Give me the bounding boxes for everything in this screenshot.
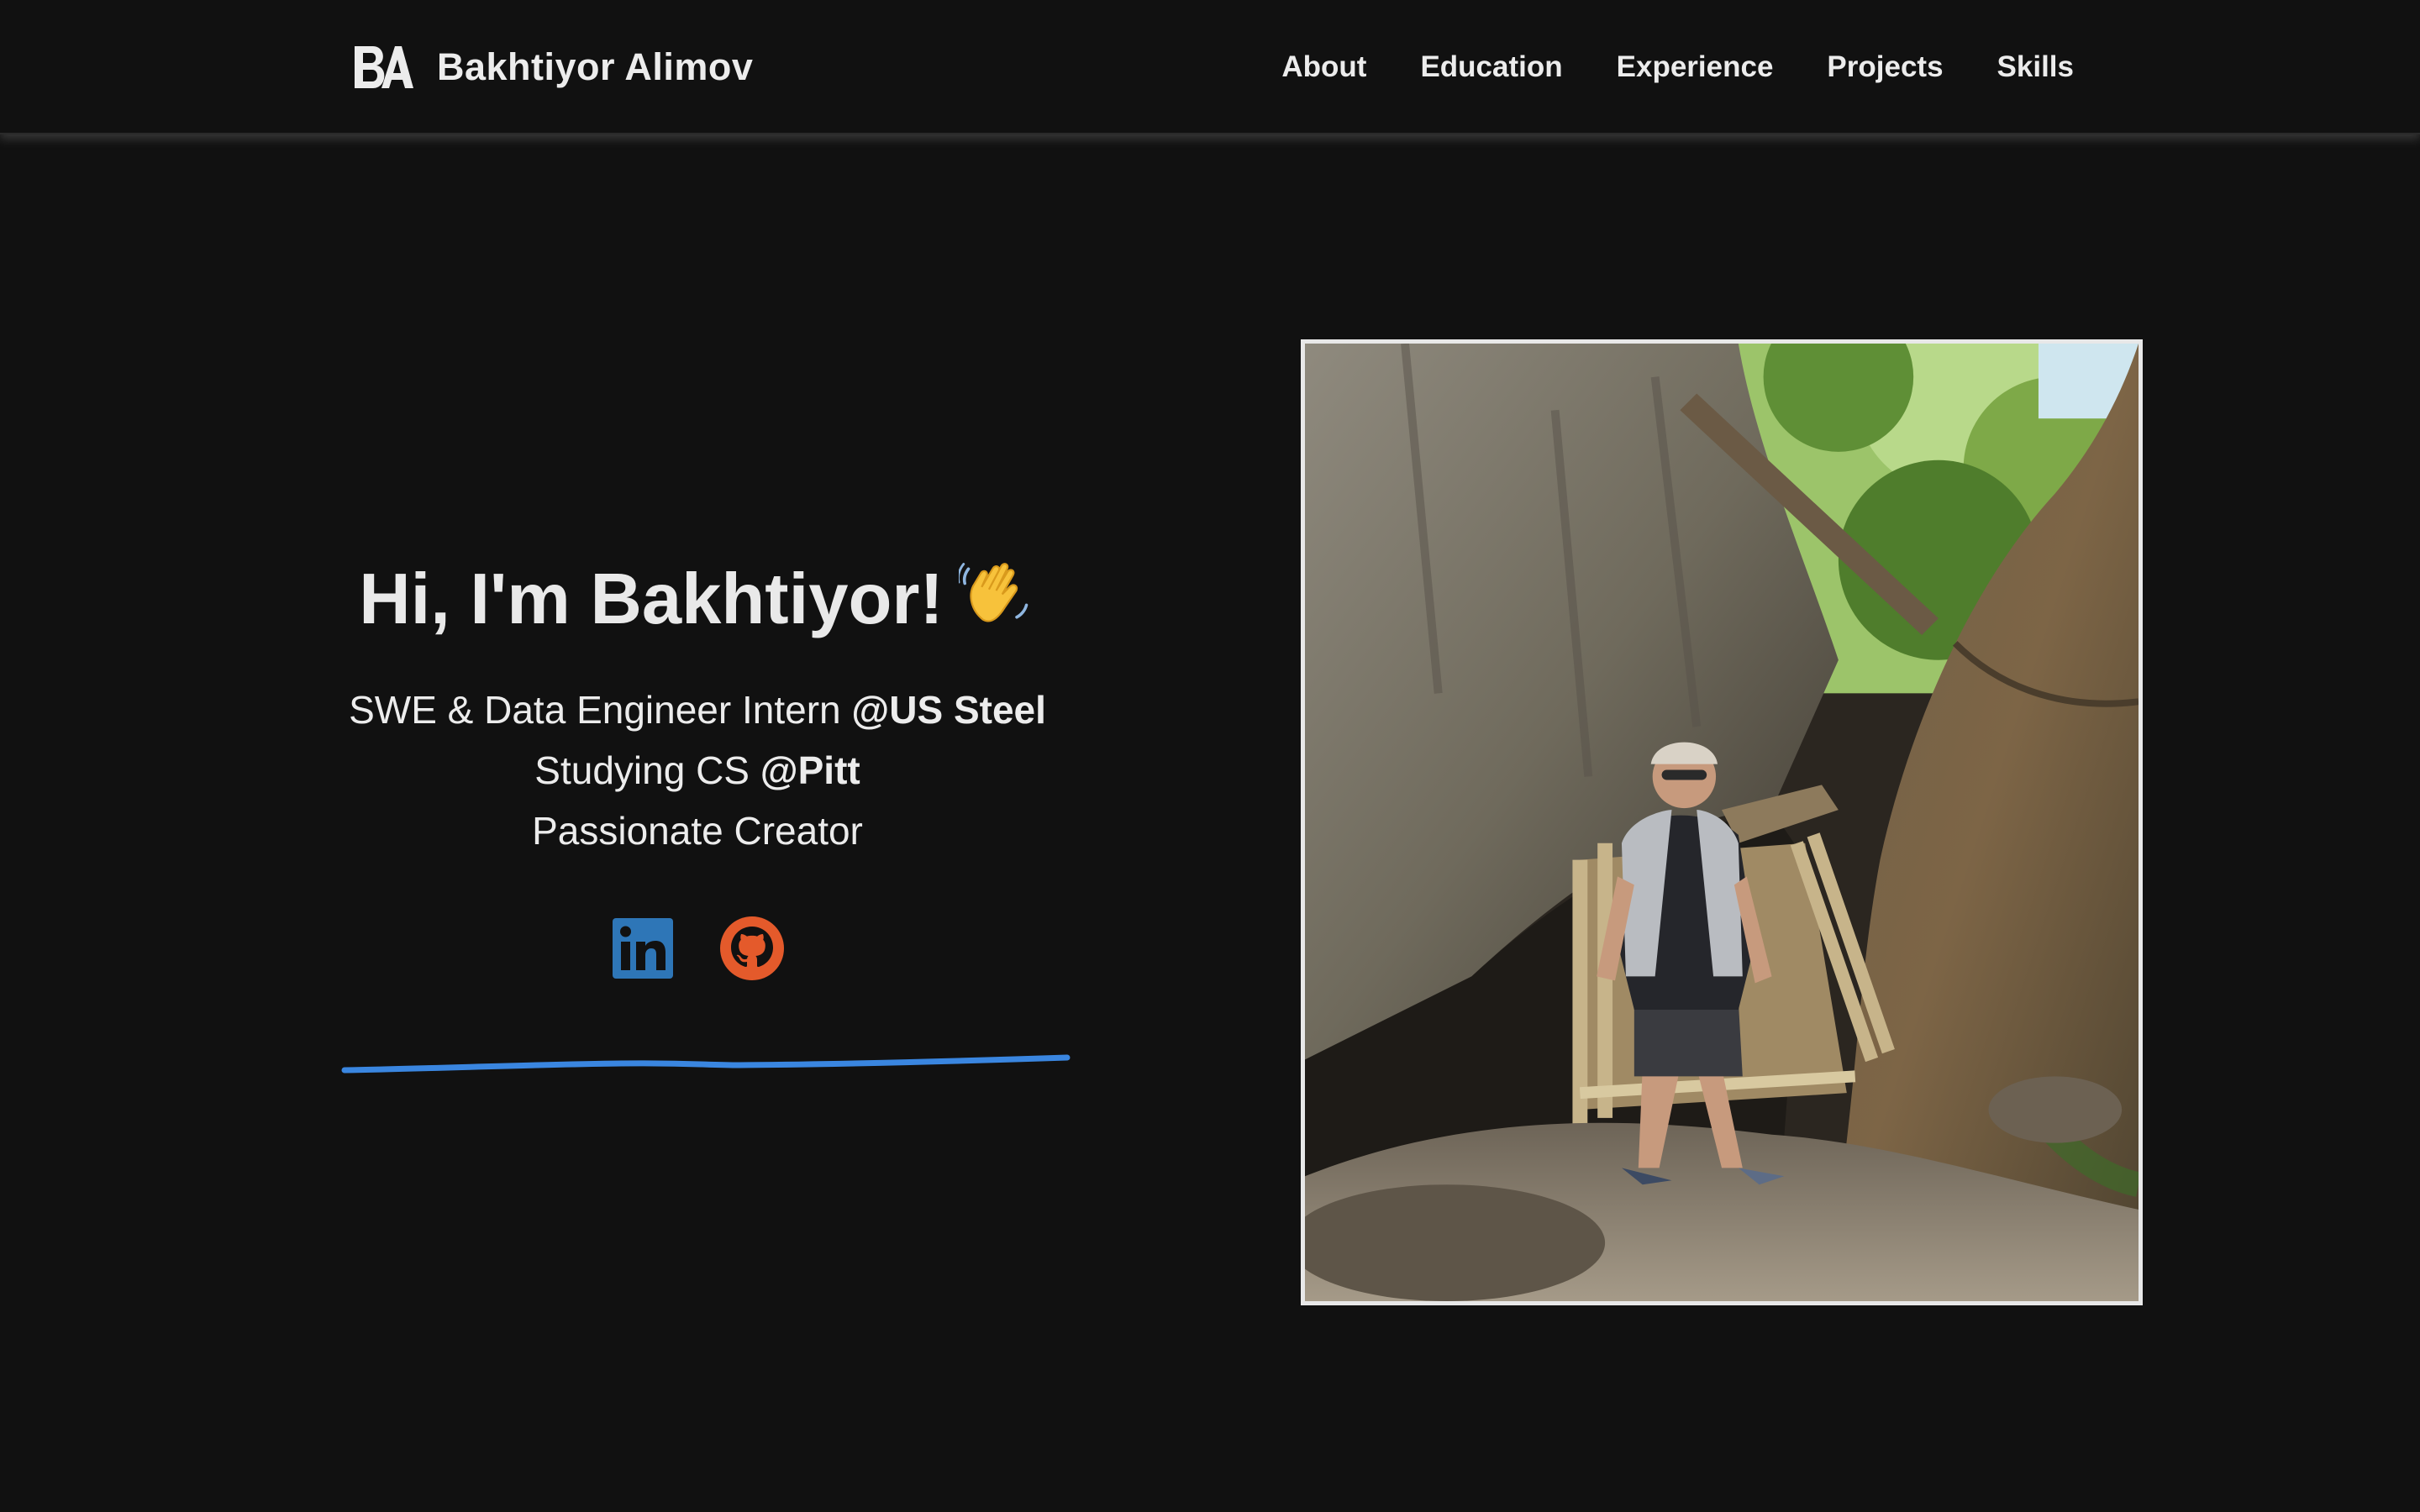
role-text: SWE & Data Engineer Intern <box>349 688 852 732</box>
waving-hand-icon <box>958 563 1028 622</box>
tagline-line-study: Studying CS @Pitt <box>302 740 1092 801</box>
github-icon <box>720 916 784 980</box>
hero-intro: Hi, I'm Bakhtiyor! SWE & Data Engineer I… <box>302 554 1092 982</box>
nav-item-skills: Skills <box>1997 50 2074 84</box>
nav-link-experience[interactable]: Experience <box>1617 50 1774 83</box>
nav-link-projects[interactable]: Projects <box>1827 50 1943 83</box>
nav-link-skills[interactable]: Skills <box>1997 50 2074 83</box>
nav-links: About Education Experience Projects Skil… <box>1281 44 2074 91</box>
nav-item-about: About <box>1281 50 1366 84</box>
linkedin-icon <box>613 918 673 979</box>
tagline-line-role: SWE & Data Engineer Intern @US Steel <box>302 680 1092 740</box>
nav-link-about[interactable]: About <box>1281 50 1366 83</box>
greeting-text: Hi, I'm Bakhtiyor! <box>359 559 944 639</box>
nav-item-education: Education <box>1420 50 1562 84</box>
nav-link-education[interactable]: Education <box>1420 50 1562 83</box>
role-company: @US Steel <box>851 688 1046 732</box>
profile-photo-illustration <box>1305 344 2139 1301</box>
tagline-line-creator: Passionate Creator <box>532 809 863 853</box>
ba-logo-icon <box>355 46 413 88</box>
nav-item-experience: Experience <box>1617 50 1774 84</box>
profile-photo <box>1301 339 2143 1305</box>
hero-tagline: SWE & Data Engineer Intern @US Steel Stu… <box>302 680 1092 861</box>
hero-greeting: Hi, I'm Bakhtiyor! <box>302 554 1092 643</box>
brand-home-link[interactable]: Bakhtiyor Alimov <box>351 39 753 96</box>
brand-name: Bakhtiyor Alimov <box>437 45 754 88</box>
study-text: Studying CS <box>534 748 760 792</box>
nav-item-projects: Projects <box>1827 50 1943 84</box>
linkedin-link[interactable] <box>609 915 676 982</box>
navbar: Bakhtiyor Alimov About Education Experie… <box>0 0 2420 134</box>
study-school: @Pitt <box>760 748 860 792</box>
github-link[interactable] <box>718 915 786 982</box>
social-links <box>302 915 1092 982</box>
hero-underline-stroke <box>341 1054 1071 1074</box>
